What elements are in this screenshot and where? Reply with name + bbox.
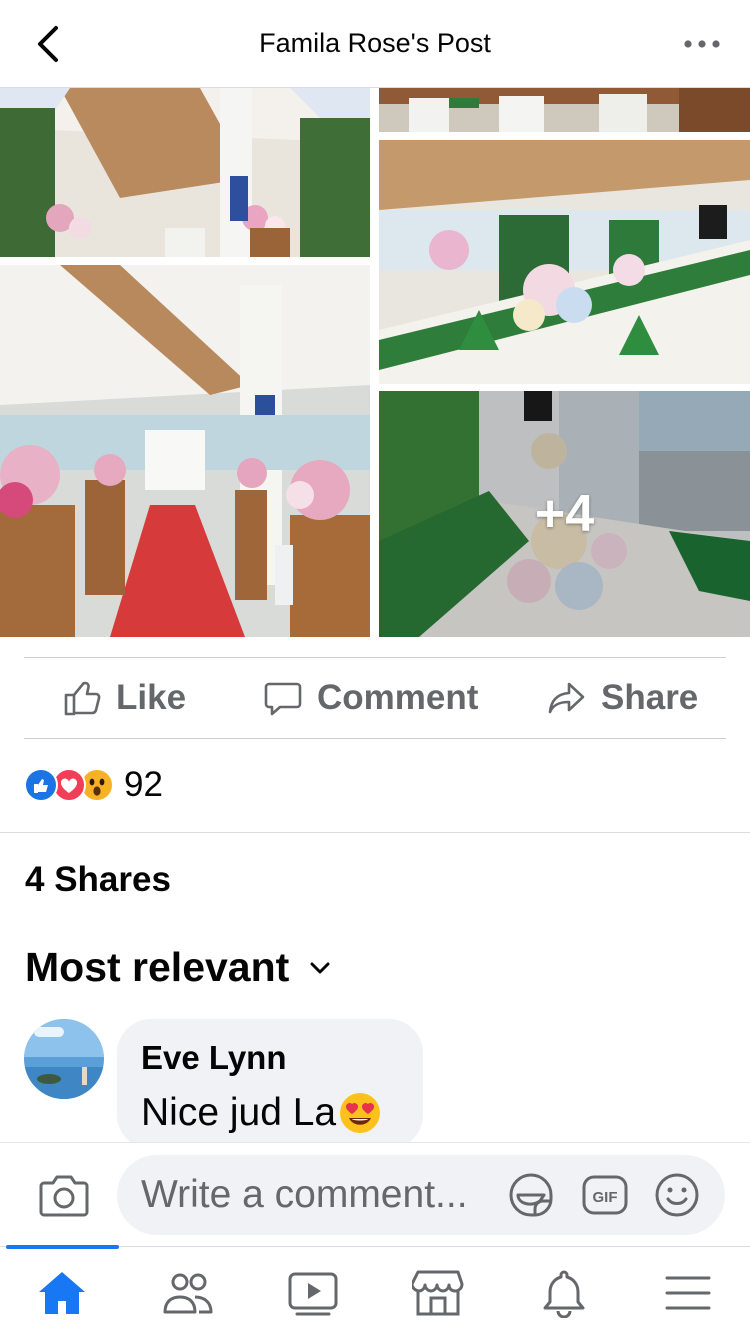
photo-1[interactable] — [0, 88, 370, 257]
comment-bubble[interactable]: Eve Lynn Nice jud La — [117, 1019, 423, 1149]
comment-text: Nice jud La — [141, 1091, 399, 1135]
menu-icon — [665, 1276, 711, 1310]
more-dots-icon — [684, 40, 720, 48]
sticker-icon — [509, 1173, 553, 1217]
avatar[interactable] — [24, 1019, 104, 1099]
comment-input-wrapper: GIF — [117, 1155, 725, 1235]
gif-icon: GIF — [582, 1175, 628, 1215]
page-title: Famila Rose's Post — [259, 28, 491, 58]
nav-menu[interactable] — [660, 1265, 716, 1321]
share-button[interactable]: Share — [547, 678, 698, 718]
photo-2[interactable] — [0, 265, 370, 637]
comment-author[interactable]: Eve Lynn — [141, 1039, 399, 1077]
nav-notifications[interactable] — [536, 1265, 592, 1321]
nav-home[interactable] — [34, 1265, 90, 1321]
like-icon — [24, 768, 58, 802]
reaction-count: 92 — [124, 765, 163, 804]
section-divider — [0, 832, 750, 833]
comment-button[interactable]: Comment — [263, 678, 478, 718]
reactions-summary[interactable]: 92 — [24, 764, 163, 806]
more-photos-overlay[interactable]: +4 — [379, 391, 750, 637]
top-bar: Famila Rose's Post — [0, 0, 750, 88]
photo-3[interactable] — [379, 88, 750, 132]
comment-bubble-icon — [264, 682, 302, 716]
like-label: Like — [116, 678, 187, 717]
smiley-icon — [655, 1173, 699, 1217]
emoji-button[interactable] — [653, 1171, 701, 1219]
post-actions: Like Comment Share — [24, 658, 726, 738]
sort-label: Most relevant — [25, 944, 290, 990]
share-arrow-icon — [548, 682, 585, 714]
chevron-down-icon — [310, 962, 330, 973]
svg-text:GIF: GIF — [593, 1189, 618, 1206]
comment-body: Nice jud La — [141, 1091, 337, 1134]
thumbs-up-icon — [64, 681, 101, 716]
like-button[interactable]: Like — [62, 678, 186, 718]
nav-watch[interactable] — [285, 1265, 341, 1321]
share-label: Share — [601, 678, 699, 717]
active-tab-indicator — [6, 1245, 119, 1249]
bottom-navigation — [0, 1245, 750, 1334]
nav-marketplace[interactable] — [410, 1265, 466, 1321]
friends-icon — [163, 1273, 213, 1314]
bell-icon — [543, 1270, 585, 1318]
nav-friends[interactable] — [160, 1265, 216, 1321]
comment-label: Comment — [317, 678, 479, 717]
photo-grid: +4 — [0, 88, 750, 637]
divider — [24, 738, 726, 739]
heart-eyes-icon — [340, 1093, 381, 1133]
comment-input[interactable] — [141, 1155, 501, 1235]
photo-4[interactable] — [379, 140, 750, 384]
sticker-button[interactable] — [507, 1171, 555, 1219]
watch-icon — [288, 1272, 338, 1316]
camera-icon — [39, 1175, 89, 1217]
comment-sort-dropdown[interactable]: Most relevant — [25, 944, 331, 991]
comment-composer: GIF — [0, 1142, 750, 1246]
shares-count[interactable]: 4 Shares — [25, 860, 171, 900]
marketplace-icon — [412, 1270, 464, 1316]
home-icon — [39, 1272, 85, 1314]
camera-button[interactable] — [38, 1173, 90, 1219]
photo-5[interactable]: +4 — [379, 391, 750, 637]
gif-button[interactable]: GIF — [581, 1171, 629, 1219]
more-options-button[interactable] — [682, 30, 722, 58]
